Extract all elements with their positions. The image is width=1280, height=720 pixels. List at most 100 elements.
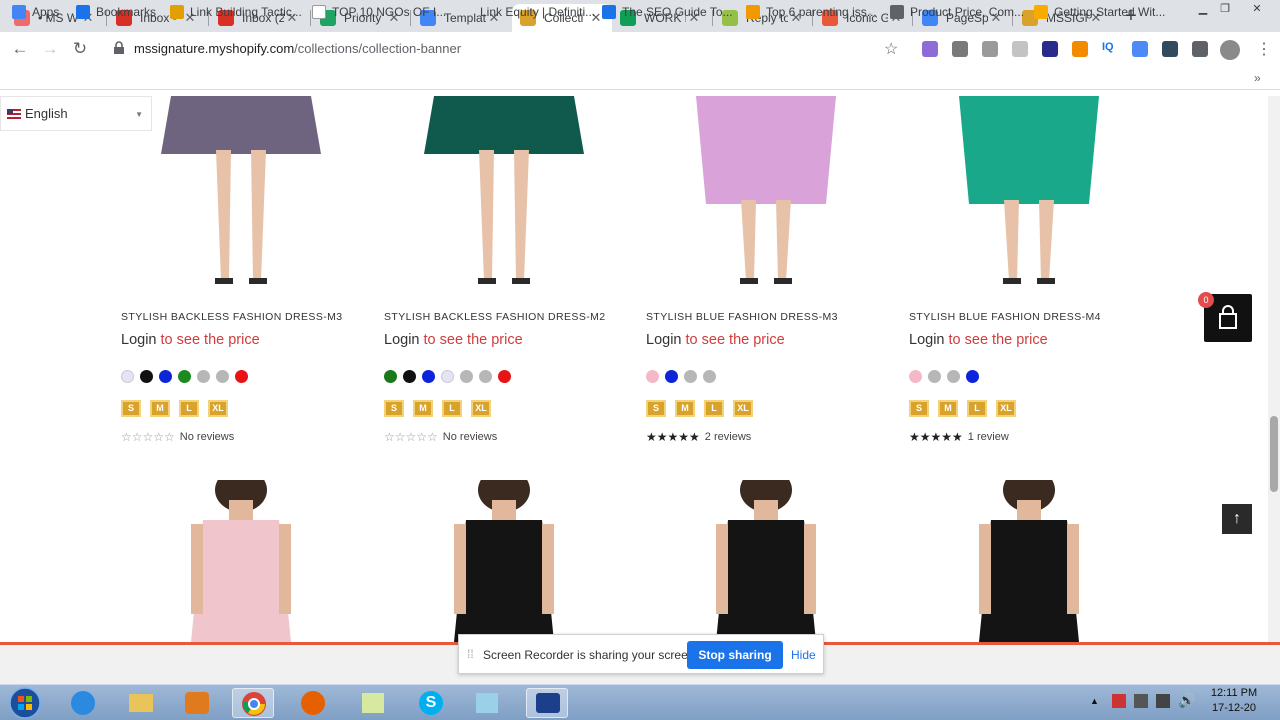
network-icon[interactable] xyxy=(1156,694,1170,708)
color-swatch[interactable] xyxy=(498,370,511,383)
product-image[interactable] xyxy=(909,96,1149,296)
back-icon[interactable]: ← xyxy=(9,38,31,60)
color-swatch[interactable] xyxy=(684,370,697,383)
volume-icon[interactable]: 🔊 xyxy=(1178,692,1195,709)
login-link[interactable]: Login xyxy=(909,332,944,348)
hide-button[interactable]: Hide xyxy=(791,648,816,662)
system-clock[interactable]: 12:11 PM 17-12-20 xyxy=(1204,686,1264,716)
color-swatch[interactable] xyxy=(121,370,134,383)
close-window-button[interactable]: ✕ xyxy=(1248,2,1266,16)
bookmark-item[interactable]: Apps xyxy=(12,5,59,19)
sticky-notes-icon[interactable] xyxy=(352,688,394,718)
file-explorer-icon[interactable] xyxy=(120,688,162,718)
color-swatch[interactable] xyxy=(140,370,153,383)
login-link[interactable]: Login xyxy=(646,332,681,348)
skype-icon[interactable]: S xyxy=(410,688,452,718)
color-swatch[interactable] xyxy=(909,370,922,383)
language-selector[interactable]: English ▼ xyxy=(0,96,152,131)
notepad-icon[interactable] xyxy=(466,688,508,718)
review-count[interactable]: No reviews xyxy=(443,431,497,443)
puzzle-icon[interactable] xyxy=(1192,41,1208,57)
size-option[interactable]: M xyxy=(938,400,958,417)
reload-icon[interactable]: ↻ xyxy=(69,38,91,60)
window-extension-icon[interactable] xyxy=(1132,41,1148,57)
product-image[interactable] xyxy=(646,96,886,296)
more-bookmarks-icon[interactable]: » xyxy=(1254,71,1261,85)
bookmark-item[interactable]: Top 6 parenting iss... xyxy=(746,5,877,19)
cloud-extension-icon[interactable] xyxy=(1012,41,1028,57)
review-count[interactable]: 1 review xyxy=(968,431,1009,443)
restore-button[interactable]: ❐ xyxy=(1216,2,1234,16)
drag-handle-icon[interactable]: ⁞⁞ xyxy=(467,647,474,661)
color-swatch[interactable] xyxy=(460,370,473,383)
product-title[interactable]: STYLISH BACKLESS FASHION DRESS-M3 xyxy=(121,311,343,323)
review-count[interactable]: No reviews xyxy=(180,431,234,443)
iq-extension-icon[interactable]: IQ xyxy=(1102,41,1118,57)
login-link[interactable]: Login xyxy=(121,332,156,348)
screen-recorder-icon[interactable] xyxy=(526,688,568,718)
flag-tray-icon[interactable] xyxy=(1112,694,1126,708)
size-option[interactable]: M xyxy=(150,400,170,417)
bookmark-item[interactable]: Getting Started Wit... xyxy=(1034,5,1165,19)
size-option[interactable]: XL xyxy=(471,400,491,417)
color-swatch[interactable] xyxy=(159,370,172,383)
media-player-icon[interactable] xyxy=(176,688,218,718)
camera-extension-icon[interactable] xyxy=(982,41,998,57)
bookmark-item[interactable]: Link Equity | Definiti... xyxy=(480,5,595,19)
size-option[interactable]: S xyxy=(121,400,141,417)
device-tray-icon[interactable] xyxy=(1134,694,1148,708)
product-image[interactable] xyxy=(909,480,1149,642)
size-option[interactable]: S xyxy=(384,400,404,417)
minimize-button[interactable]: ▁ xyxy=(1194,2,1212,16)
bookmark-item[interactable]: Product Price, Com... xyxy=(890,5,1024,19)
color-swatch[interactable] xyxy=(384,370,397,383)
firefox-icon[interactable] xyxy=(292,688,334,718)
profile-avatar[interactable] xyxy=(1220,40,1240,60)
color-swatch[interactable] xyxy=(646,370,659,383)
scrollbar-thumb[interactable] xyxy=(1270,416,1278,492)
bookmark-item[interactable]: The SEO Guide To... xyxy=(602,5,733,19)
color-swatch[interactable] xyxy=(928,370,941,383)
product-image[interactable] xyxy=(646,480,886,642)
size-option[interactable]: M xyxy=(675,400,695,417)
size-option[interactable]: L xyxy=(442,400,462,417)
screen-extension-icon[interactable] xyxy=(1162,41,1178,57)
graduation-cap-extension-icon[interactable] xyxy=(1042,41,1058,57)
pen-extension-icon[interactable] xyxy=(922,41,938,57)
size-option[interactable]: L xyxy=(179,400,199,417)
size-option[interactable]: XL xyxy=(733,400,753,417)
product-image[interactable] xyxy=(121,96,361,296)
product-image[interactable] xyxy=(384,96,624,296)
product-image[interactable] xyxy=(384,480,624,642)
color-swatch[interactable] xyxy=(441,370,454,383)
size-option[interactable]: S xyxy=(909,400,929,417)
back-to-top-button[interactable]: ↑ xyxy=(1222,504,1252,534)
size-option[interactable]: L xyxy=(704,400,724,417)
color-swatch[interactable] xyxy=(703,370,716,383)
color-swatch[interactable] xyxy=(216,370,229,383)
bookmark-item[interactable]: Link Building Tactic... xyxy=(170,5,302,19)
product-title[interactable]: STYLISH BACKLESS FASHION DRESS-M2 xyxy=(384,311,606,323)
windows-start-icon[interactable] xyxy=(6,686,44,720)
color-swatch[interactable] xyxy=(403,370,416,383)
size-option[interactable]: L xyxy=(967,400,987,417)
forward-icon[interactable]: → xyxy=(39,38,61,60)
color-swatch[interactable] xyxy=(235,370,248,383)
size-option[interactable]: S xyxy=(646,400,666,417)
color-swatch[interactable] xyxy=(665,370,678,383)
chrome-icon[interactable] xyxy=(232,688,274,718)
color-swatch[interactable] xyxy=(178,370,191,383)
stop-sharing-button[interactable]: Stop sharing xyxy=(687,641,783,669)
review-count[interactable]: 2 reviews xyxy=(705,431,751,443)
bookmark-star-icon[interactable]: ☆ xyxy=(884,39,898,59)
size-option[interactable]: XL xyxy=(996,400,1016,417)
page-scrollbar[interactable] xyxy=(1268,96,1280,642)
product-title[interactable]: STYLISH BLUE FASHION DRESS-M4 xyxy=(909,311,1101,323)
bookmark-item[interactable]: TOP 10 NGOs OF I... xyxy=(312,5,446,19)
size-option[interactable]: M xyxy=(413,400,433,417)
color-swatch[interactable] xyxy=(422,370,435,383)
color-swatch[interactable] xyxy=(197,370,210,383)
color-swatch[interactable] xyxy=(479,370,492,383)
show-hidden-icons-icon[interactable]: ▲ xyxy=(1090,696,1099,706)
rss-extension-icon[interactable] xyxy=(1072,41,1088,57)
